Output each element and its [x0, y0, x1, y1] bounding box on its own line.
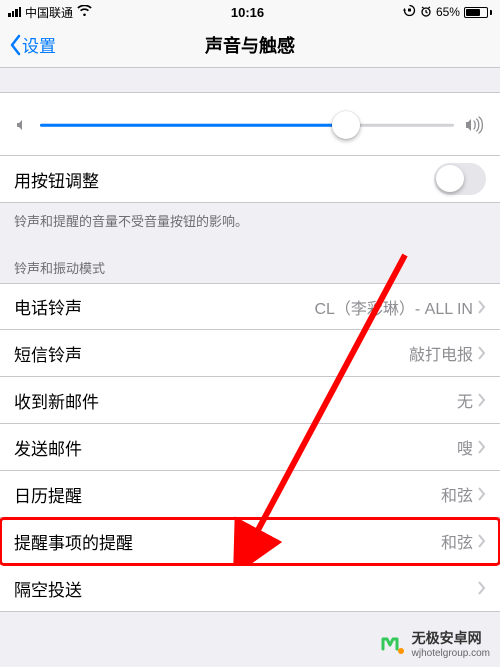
chevron-right-icon [477, 534, 486, 548]
row-airdrop[interactable]: 隔空投送 [0, 565, 500, 612]
label-reminders: 提醒事项的提醒 [14, 529, 133, 554]
watermark-logo-icon [380, 631, 406, 657]
chevron-right-icon [477, 393, 486, 407]
row-calendar[interactable]: 日历提醒 和弦 [0, 471, 500, 518]
value-calendar: 和弦 [82, 482, 477, 506]
label-calendar: 日历提醒 [14, 482, 82, 507]
value-new-mail: 无 [99, 388, 477, 412]
footer-volume-note: 铃声和提醒的音量不受音量按钮的影响。 [0, 203, 500, 248]
watermark: 无极安卓网 wjhotelgroup.com [380, 628, 490, 659]
back-button[interactable]: 设置 [0, 32, 56, 57]
chevron-right-icon [477, 487, 486, 501]
chevron-right-icon [477, 581, 486, 595]
row-reminders[interactable]: 提醒事项的提醒 和弦 [0, 518, 500, 565]
value-ringtone: CL（李彩琳）- ALL IN [82, 295, 477, 319]
page-title: 声音与触感 [0, 32, 500, 58]
chevron-right-icon [477, 300, 486, 314]
status-bar: 中国联通 10:16 65% [0, 0, 500, 22]
value-sent-mail: 嗖 [82, 435, 477, 459]
label-new-mail: 收到新邮件 [14, 388, 99, 413]
row-new-mail[interactable]: 收到新邮件 无 [0, 377, 500, 424]
volume-slider[interactable] [40, 111, 454, 139]
toggle-use-buttons[interactable] [434, 163, 486, 195]
watermark-url: wjhotelgroup.com [412, 648, 490, 659]
wifi-icon [77, 5, 92, 19]
value-reminders: 和弦 [133, 529, 477, 553]
row-sent-mail[interactable]: 发送邮件 嗖 [0, 424, 500, 471]
back-label: 设置 [22, 32, 56, 57]
label-airdrop: 隔空投送 [14, 576, 82, 601]
row-text-tone[interactable]: 短信铃声 敲打电报 [0, 330, 500, 377]
section-header-ringtones: 铃声和振动模式 [0, 248, 500, 283]
label-sent-mail: 发送邮件 [14, 435, 82, 460]
signal-icon [8, 7, 21, 17]
orientation-lock-icon [403, 4, 416, 20]
nav-bar: 设置 声音与触感 [0, 22, 500, 68]
value-text-tone: 敲打电报 [82, 341, 477, 365]
label-ringtone: 电话铃声 [14, 294, 82, 319]
carrier-label: 中国联通 [25, 4, 73, 21]
chevron-left-icon [8, 34, 22, 56]
volume-fill [40, 124, 346, 127]
screen: 中国联通 10:16 65% 设置 声音与触感 [0, 0, 500, 667]
battery-icon [464, 7, 492, 18]
label-use-buttons: 用按钮调整 [14, 167, 99, 192]
battery-pct: 65% [436, 5, 460, 19]
label-text-tone: 短信铃声 [14, 341, 82, 366]
volume-thumb[interactable] [332, 111, 360, 139]
watermark-brand: 无极安卓网 [412, 628, 490, 648]
speaker-low-icon [14, 117, 30, 133]
speaker-high-icon [464, 116, 486, 134]
row-use-buttons[interactable]: 用按钮调整 [0, 156, 500, 203]
row-ringtone[interactable]: 电话铃声 CL（李彩琳）- ALL IN [0, 283, 500, 330]
clock: 10:16 [231, 5, 264, 20]
chevron-right-icon [477, 346, 486, 360]
alarm-icon [420, 5, 432, 20]
volume-section [0, 92, 500, 156]
chevron-right-icon [477, 440, 486, 454]
